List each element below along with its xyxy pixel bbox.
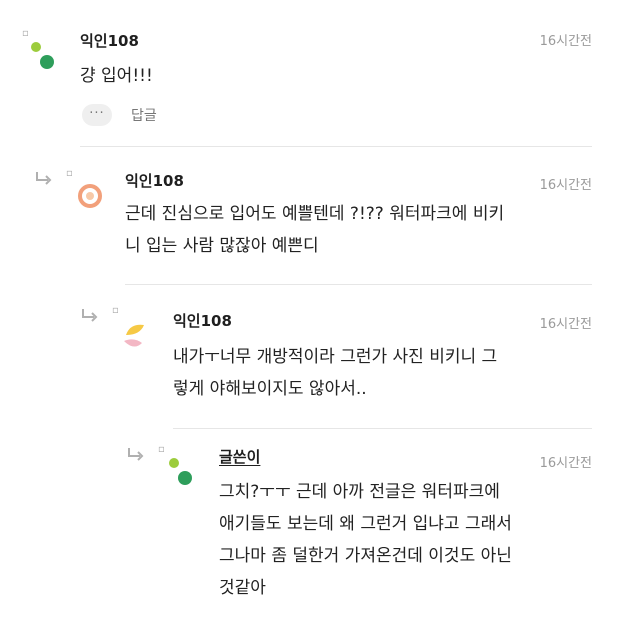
reply-arrow-icon: [128, 448, 144, 461]
comment-body: 걍 입어!!!: [80, 60, 153, 92]
reply-button[interactable]: 답글: [131, 105, 157, 125]
comment-body: 근데 진심으로 입어도 예쁠텐데 ?!?? 워터파크에 비키 니 입는 사람 많…: [125, 198, 504, 262]
comment: ▫ 익인108 16시간전 내가ㅜ너무 개방적이라 그런가 사진 비키니 그 렇…: [0, 285, 628, 430]
comment-line: 근데 진심으로 입어도 예쁠텐데 ?!?? 워터파크에 비키: [125, 204, 505, 224]
comment-line: 애기들도 보는데 왜 그런거 입냐고 그래서: [219, 514, 512, 534]
comment-line: 것같아: [219, 578, 266, 598]
comment-line: 렇게 야해보이지도 않아서..: [173, 379, 367, 399]
comment-line: 그나마 좀 덜한거 가져온건데 이것도 아닌: [219, 546, 512, 566]
avatar-dots-icon: [169, 458, 192, 485]
comment-author[interactable]: 익인108: [125, 170, 184, 191]
reply-arrow-icon: [36, 172, 52, 185]
comment-timestamp: 16시간전: [539, 317, 592, 332]
comment: ▫ 익인108 16시간전 근데 진심으로 입어도 예쁠텐데 ?!?? 워터파크…: [0, 150, 628, 285]
comment-divider: [173, 428, 592, 429]
comment: ▫ 익인108 16시간전 걍 입어!!! ··· 답글: [0, 0, 628, 150]
avatar-ring-icon: [78, 184, 102, 208]
comment-divider: [80, 146, 592, 147]
avatar-dots-icon: [31, 42, 54, 69]
comment-body: 그치?ㅜㅜ 근데 아까 전글은 워터파크에 애기들도 보는데 왜 그런거 입냐고…: [219, 476, 512, 604]
comment-body: 내가ㅜ너무 개방적이라 그런가 사진 비키니 그 렇게 야해보이지도 않아서..: [173, 341, 497, 405]
comment-line: 걍 입어!!!: [80, 66, 153, 86]
comment-author-op[interactable]: 글쓴이: [219, 446, 260, 467]
comment-line: 내가ㅜ너무 개방적이라 그런가 사진 비키니 그: [173, 347, 498, 367]
comment-author[interactable]: 익인108: [173, 310, 232, 331]
reply-arrow-icon: [82, 309, 98, 322]
comment-timestamp: 16시간전: [539, 34, 592, 49]
comment: ▫ 글쓴이 16시간전 그치?ㅜㅜ 근데 아까 전글은 워터파크에 애기들도 보…: [0, 430, 628, 640]
comment-line: 그치?ㅜㅜ 근데 아까 전글은 워터파크에: [219, 482, 500, 502]
comment-line: 니 입는 사람 많잖아 예쁜디: [125, 236, 319, 256]
comment-timestamp: 16시간전: [539, 178, 592, 193]
marker-icon: ▫: [158, 444, 165, 455]
marker-icon: ▫: [112, 305, 119, 316]
avatar-petal-icon: [124, 324, 144, 347]
more-options-button[interactable]: ···: [82, 104, 112, 126]
comment-author[interactable]: 익인108: [80, 30, 139, 51]
marker-icon: ▫: [66, 168, 73, 179]
comment-timestamp: 16시간전: [539, 456, 592, 471]
